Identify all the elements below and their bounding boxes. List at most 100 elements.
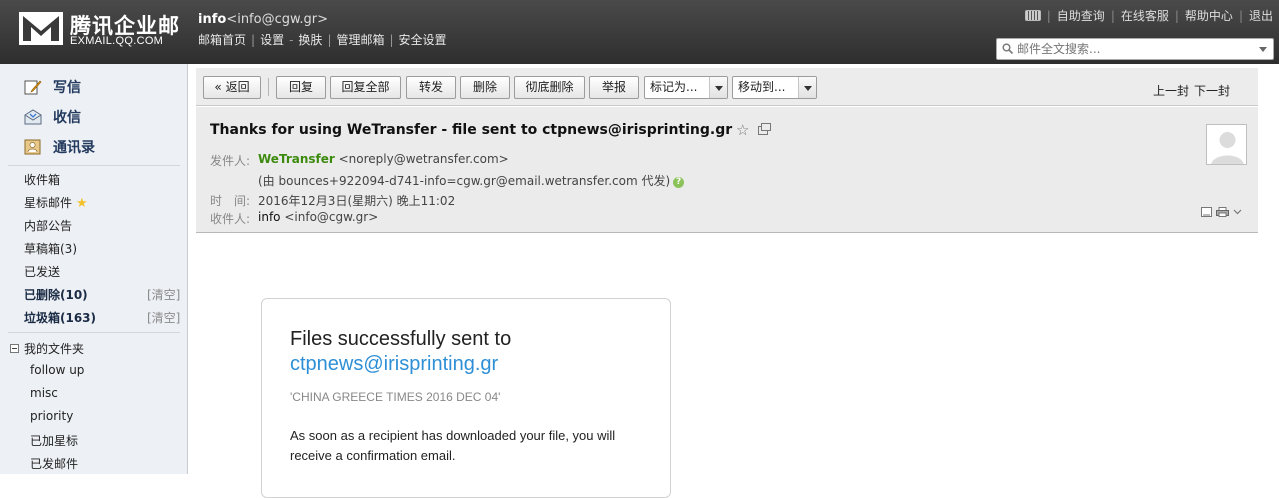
move-to-label: 移动到...	[738, 80, 786, 94]
mark-as-label: 标记为...	[650, 80, 698, 94]
my-folder-item[interactable]: 已发邮件	[30, 455, 78, 472]
mail-toolbar: « 返回 回复 回复全部 转发 删除 彻底删除 举报 标记为... 移动到...…	[196, 68, 1258, 106]
prev-next-nav: 上一封 下一封	[1148, 82, 1230, 99]
compose-button[interactable]: 写信	[24, 77, 81, 97]
nav-manage-mailbox[interactable]: 管理邮箱	[336, 33, 384, 47]
receive-button[interactable]: 收信	[24, 107, 81, 127]
main-panel: « 返回 回复 回复全部 转发 删除 彻底删除 举报 标记为... 移动到...…	[196, 68, 1279, 498]
logout-link[interactable]: 退出	[1249, 7, 1273, 24]
logo-mail-icon	[19, 12, 63, 45]
email-subject: Thanks for using WeTransfer - file sent …	[210, 122, 733, 138]
compose-icon	[24, 80, 42, 95]
folder-deleted[interactable]: 已删除(10)	[24, 286, 88, 303]
toolbar-separator	[268, 78, 269, 96]
delete-permanently-button[interactable]: 彻底删除	[514, 76, 585, 99]
receive-label: 收信	[53, 110, 81, 126]
nav-settings[interactable]: 设置	[260, 33, 284, 47]
help-icon[interactable]: ?	[673, 177, 685, 188]
account-name: info	[198, 12, 227, 27]
chevron-down-icon	[798, 77, 816, 98]
forward-button[interactable]: 转发	[406, 76, 456, 99]
account-info: info<info@cgw.gr>	[198, 12, 328, 27]
star-toggle-icon[interactable]: ☆	[736, 121, 749, 139]
card-message: 'CHINA GREECE TIMES 2016 DEC 04'	[290, 390, 501, 404]
receive-mail-icon	[24, 109, 42, 125]
top-links: | 自助查询 | 在线客服 | 帮助中心 | 退出	[1024, 7, 1273, 24]
recipient-address: <info@cgw.gr>	[284, 210, 379, 224]
via-line: (由 bounces+922094-d741-info=cgw.gr@email…	[258, 172, 685, 189]
my-folder-item[interactable]: follow up	[30, 363, 84, 377]
nav-mailbox-home[interactable]: 邮箱首页	[198, 33, 246, 47]
reply-all-button[interactable]: 回复全部	[330, 76, 401, 99]
collapse-icon	[10, 344, 19, 353]
note-icon[interactable]	[1201, 207, 1212, 217]
my-folder-item[interactable]: priority	[30, 409, 73, 423]
my-folder-item[interactable]: 已加星标	[30, 432, 78, 449]
help-center-link[interactable]: 帮助中心	[1185, 7, 1233, 24]
avatar-placeholder-icon	[1211, 132, 1244, 164]
folder-inbox[interactable]: 收件箱	[24, 171, 60, 188]
from-value: WeTransfer <noreply@wetransfer.com>	[258, 152, 509, 166]
report-button[interactable]: 举报	[589, 76, 639, 99]
account-nav: 邮箱首页 | 设置 - 换肤 | 管理邮箱 | 安全设置	[198, 33, 447, 47]
folder-starred[interactable]: 星标邮件 ★	[24, 194, 88, 211]
time-value: 2016年12月3日(星期六) 晚上11:02	[258, 194, 456, 208]
time-label: 时 间:	[210, 194, 251, 208]
print-icon[interactable]	[1216, 207, 1229, 217]
mark-as-select[interactable]: 标记为...	[644, 76, 728, 99]
sidebar-divider	[8, 332, 180, 333]
my-folder-item[interactable]: misc	[30, 386, 58, 400]
reply-button[interactable]: 回复	[276, 76, 326, 99]
header-actions	[1201, 207, 1242, 217]
top-bar: 腾讯企业邮 EXMAIL.QQ.COM info<info@cgw.gr> 邮箱…	[0, 0, 1279, 64]
star-icon: ★	[76, 196, 88, 211]
search-dropdown-icon[interactable]	[1259, 47, 1267, 56]
sidebar: 写信 收信 通讯录 收件箱 星标邮件 ★ 内部公告 草稿箱(3) 已发送 已删除(…	[0, 64, 188, 474]
sidebar-divider	[8, 165, 180, 166]
search-icon	[1002, 43, 1013, 54]
my-folders-toggle[interactable]: 我的文件夹	[10, 340, 84, 357]
via-text: (由 bounces+922094-d741-info=cgw.gr@email…	[258, 174, 671, 188]
folder-notice[interactable]: 内部公告	[24, 217, 72, 234]
search-box[interactable]	[996, 38, 1274, 60]
card-title: Files successfully sent to	[290, 328, 512, 350]
contacts-icon	[24, 139, 41, 155]
to-value: info <info@cgw.gr>	[258, 210, 378, 224]
keyboard-icon[interactable]	[1024, 10, 1041, 21]
sender-address: <noreply@wetransfer.com>	[338, 152, 509, 166]
wetransfer-card: Files successfully sent to ctpnews@irisp…	[261, 298, 671, 498]
delete-button[interactable]: 删除	[460, 76, 510, 99]
nav-security-settings[interactable]: 安全设置	[399, 33, 447, 47]
move-to-select[interactable]: 移动到...	[732, 76, 817, 99]
online-support-link[interactable]: 在线客服	[1121, 7, 1169, 24]
prev-email-link[interactable]: 上一封	[1153, 84, 1189, 98]
compose-label: 写信	[53, 80, 81, 96]
chevron-down-icon[interactable]	[1233, 208, 1242, 216]
nav-skin[interactable]: 换肤	[298, 33, 322, 47]
from-label: 发件人:	[210, 154, 251, 168]
search-input[interactable]	[1017, 41, 1257, 57]
folder-starred-label: 星标邮件	[24, 196, 73, 210]
email-body: Files successfully sent to ctpnews@irisp…	[196, 234, 1258, 498]
logo-text-en: EXMAIL.QQ.COM	[70, 35, 164, 47]
card-recipient-link[interactable]: ctpnews@irisprinting.gr	[290, 352, 498, 377]
contacts-button[interactable]: 通讯录	[24, 137, 95, 157]
folder-spam[interactable]: 垃圾箱(163)	[24, 309, 96, 326]
contacts-label: 通讯录	[53, 140, 95, 156]
folder-drafts[interactable]: 草稿箱(3)	[24, 240, 77, 257]
sender-avatar	[1206, 124, 1247, 165]
email-header: Thanks for using WeTransfer - file sent …	[196, 107, 1258, 233]
self-service-link[interactable]: 自助查询	[1057, 7, 1105, 24]
sender-name[interactable]: WeTransfer	[258, 152, 335, 166]
logo[interactable]: 腾讯企业邮 EXMAIL.QQ.COM	[18, 10, 188, 50]
back-button[interactable]: « 返回	[203, 76, 261, 99]
clear-deleted-link[interactable]: [清空]	[147, 286, 180, 303]
clear-spam-link[interactable]: [清空]	[147, 309, 180, 326]
folder-sent[interactable]: 已发送	[24, 263, 60, 280]
to-label: 收件人:	[210, 212, 251, 226]
my-folders-label: 我的文件夹	[24, 342, 85, 356]
next-email-link[interactable]: 下一封	[1194, 84, 1230, 98]
open-in-new-window-icon[interactable]	[758, 123, 771, 135]
recipient-name[interactable]: info	[258, 210, 281, 224]
card-text: As soon as a recipient has downloaded yo…	[290, 428, 616, 463]
